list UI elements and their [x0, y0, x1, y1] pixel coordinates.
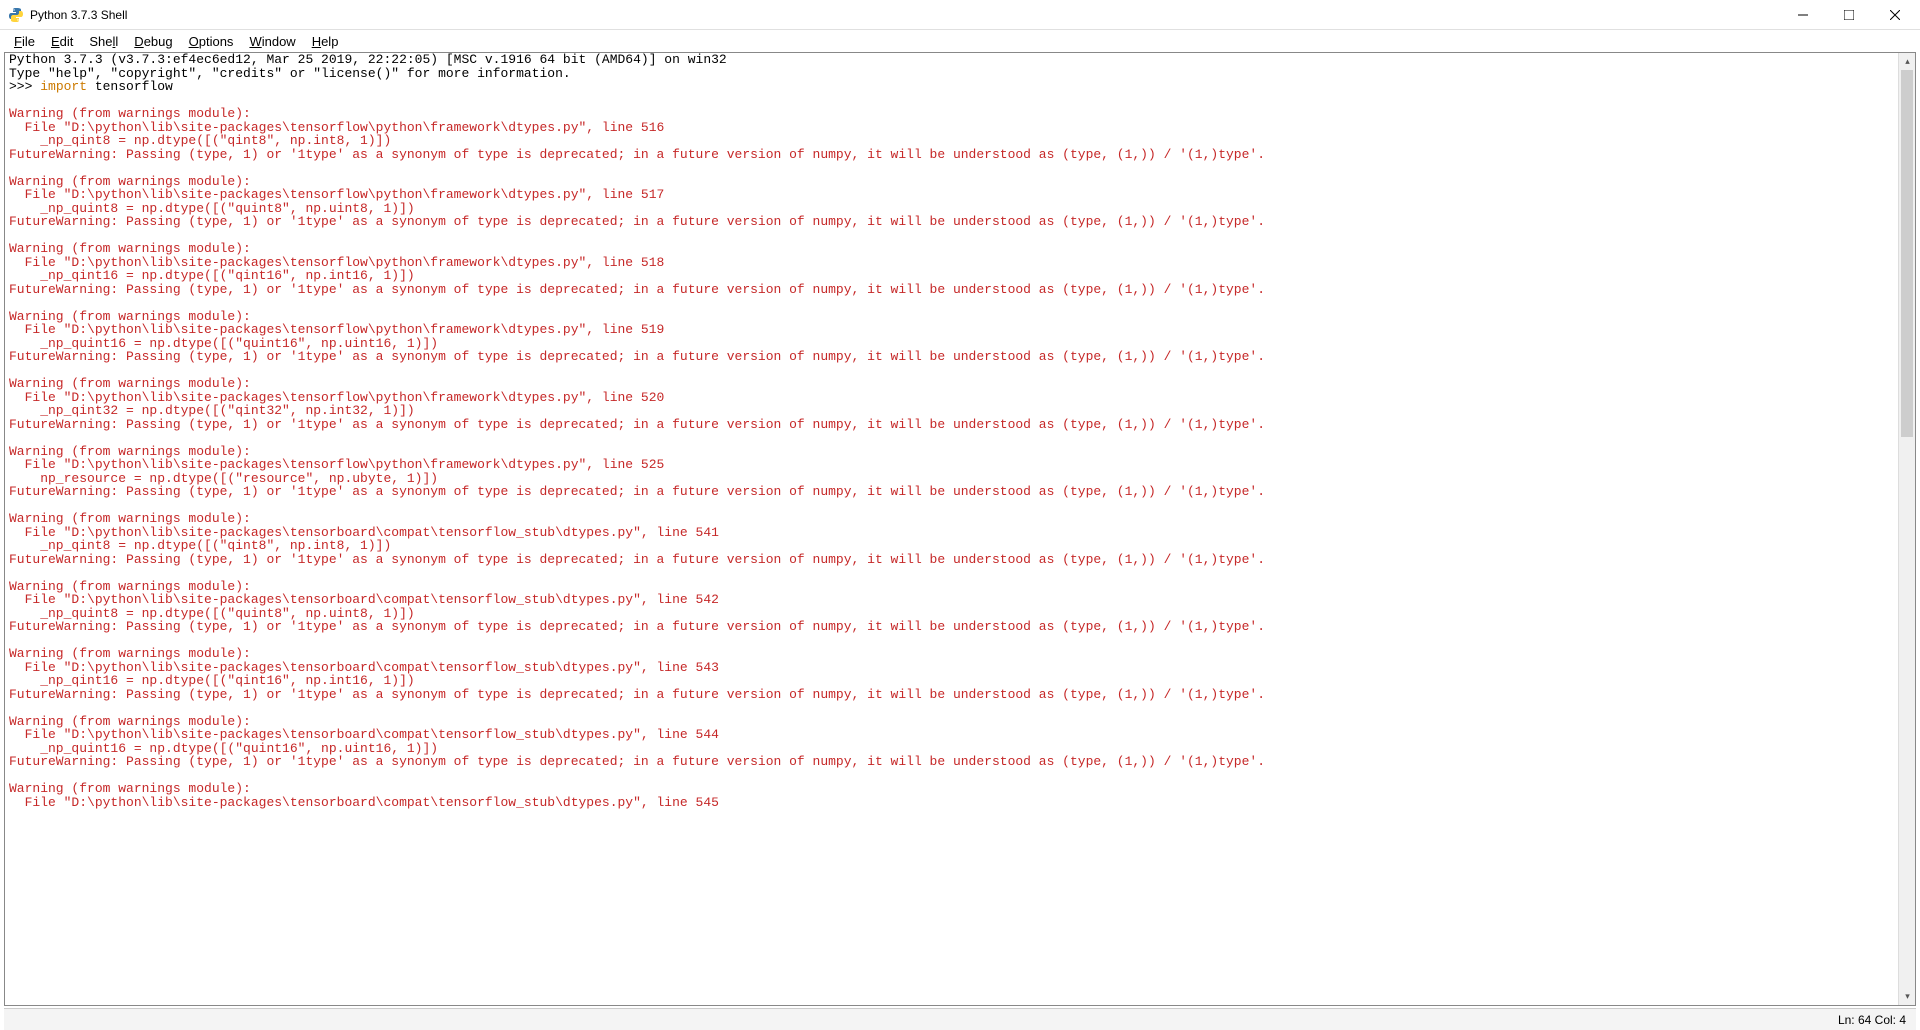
cursor-position: Ln: 64 Col: 4	[1838, 1013, 1906, 1027]
maximize-button[interactable]	[1826, 0, 1872, 30]
minimize-button[interactable]	[1780, 0, 1826, 30]
python-icon	[8, 7, 24, 23]
close-button[interactable]	[1872, 0, 1918, 30]
menubar: File Edit Shell Debug Options Window Hel…	[0, 30, 1920, 52]
menu-shell[interactable]: Shell	[81, 32, 126, 51]
window-title: Python 3.7.3 Shell	[30, 8, 1780, 22]
scroll-down-button[interactable]: ▾	[1899, 988, 1916, 1005]
vertical-scrollbar[interactable]: ▴ ▾	[1898, 53, 1915, 1005]
statusbar: Ln: 64 Col: 4	[4, 1008, 1916, 1030]
scroll-up-button[interactable]: ▴	[1899, 53, 1916, 70]
editor-frame: Python 3.7.3 (v3.7.3:ef4ec6ed12, Mar 25 …	[4, 52, 1916, 1006]
menu-edit[interactable]: Edit	[43, 32, 81, 51]
menu-window[interactable]: Window	[241, 32, 303, 51]
menu-options[interactable]: Options	[181, 32, 242, 51]
shell-text-area[interactable]: Python 3.7.3 (v3.7.3:ef4ec6ed12, Mar 25 …	[5, 53, 1915, 1005]
menu-help[interactable]: Help	[304, 32, 347, 51]
titlebar: Python 3.7.3 Shell	[0, 0, 1920, 30]
window-controls	[1780, 0, 1918, 30]
scroll-thumb[interactable]	[1901, 70, 1913, 437]
menu-debug[interactable]: Debug	[126, 32, 180, 51]
scroll-track[interactable]	[1899, 70, 1915, 988]
menu-file[interactable]: File	[6, 32, 43, 51]
